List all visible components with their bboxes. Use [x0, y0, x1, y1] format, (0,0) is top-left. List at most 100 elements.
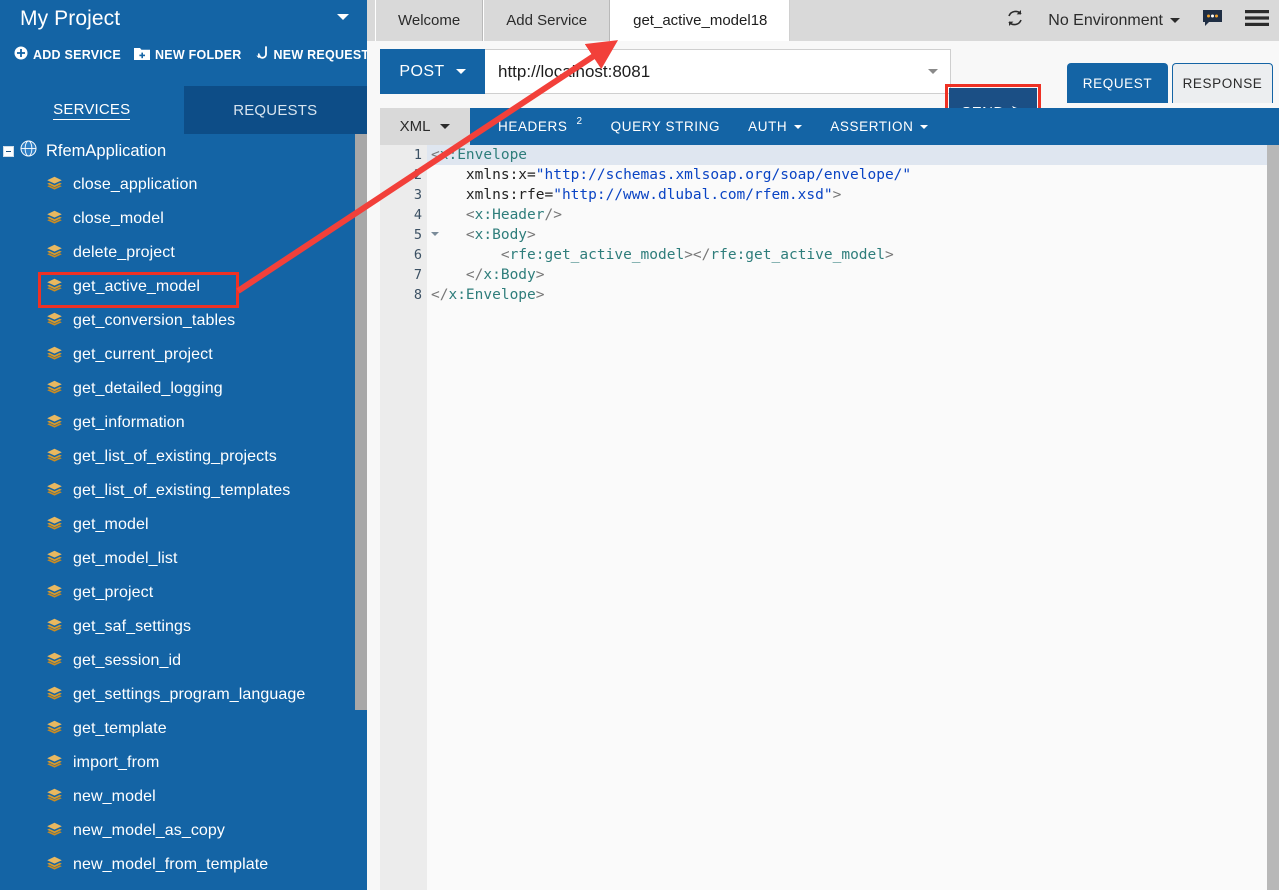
request-response-tabs: REQUEST RESPONSE [1067, 63, 1273, 103]
folder-plus-icon [133, 47, 150, 63]
tree-item[interactable]: get_current_project [0, 338, 367, 372]
code-line: <x:Body> [465, 227, 536, 243]
service-method-icon [46, 821, 63, 842]
code-line: </x:Envelope> [431, 287, 545, 303]
code-line: </x:Body> [465, 267, 545, 283]
chat-bubble-icon[interactable] [1202, 9, 1223, 33]
tab-query-string[interactable]: QUERY STRING [611, 119, 720, 134]
document-tabstrip: Welcome Add Service get_active_model18 [375, 0, 791, 41]
tree-item[interactable]: get_information [0, 406, 367, 440]
collapse-toggle-icon[interactable] [3, 145, 14, 157]
tree-item-label: get_current_project [73, 346, 213, 363]
tree-item[interactable]: get_session_id [0, 644, 367, 678]
line-number: 3 [380, 185, 427, 205]
xml-body-editor[interactable]: 1 2 3 4 5 6 7 8 <x:Envelope xmlns:x="http://sch… [380, 145, 1279, 890]
tree-item[interactable]: get_list_of_existing_projects [0, 440, 367, 474]
tree-root-rfemapplication[interactable]: RfemApplication [0, 134, 367, 168]
tab-response[interactable]: RESPONSE [1172, 63, 1273, 103]
service-method-icon [46, 719, 63, 740]
line-number-value: 2 [413, 167, 422, 183]
hamburger-menu-icon[interactable] [1245, 9, 1269, 32]
tree-item[interactable]: get_template [0, 712, 367, 746]
chevron-down-icon [794, 124, 803, 129]
tree-item[interactable]: get_list_of_existing_templates [0, 474, 367, 508]
tree-item[interactable]: new_model_from_template [0, 848, 367, 882]
code-line: <x:Envelope [427, 145, 1267, 165]
url-input[interactable] [485, 49, 915, 94]
chevron-down-icon [920, 124, 929, 129]
chevron-down-icon [927, 69, 938, 74]
project-dropdown-caret-icon[interactable] [337, 14, 349, 20]
tree-item[interactable]: close_application [0, 168, 367, 202]
document-tab[interactable]: Welcome [375, 0, 484, 41]
http-method-selector[interactable]: POST [380, 49, 485, 94]
add-service-button[interactable]: ADD SERVICE [14, 46, 121, 63]
tab-headers[interactable]: HEADERS 2 [498, 116, 583, 134]
tab-xml[interactable]: XML [380, 108, 470, 145]
tree-item[interactable]: get_saf_settings [0, 610, 367, 644]
tree-item[interactable]: new_model_as_copy [0, 814, 367, 848]
tree-item-label: get_saf_settings [73, 618, 192, 635]
tab-assertion[interactable]: ASSERTION [830, 119, 929, 134]
tree-item[interactable]: delete_project [0, 236, 367, 270]
tree-item-label: get_active_model [73, 278, 201, 295]
tree-item[interactable]: get_detailed_logging [0, 372, 367, 406]
service-method-icon [46, 651, 63, 672]
headers-count-badge: 2 [576, 116, 583, 127]
tree-item[interactable]: get_settings_program_language [0, 678, 367, 712]
line-number: 8 [380, 285, 427, 305]
tree-item[interactable]: new_model [0, 780, 367, 814]
service-method-icon [46, 379, 63, 400]
tree-item[interactable]: get_project [0, 576, 367, 610]
tree-item-label: get_project [73, 584, 154, 601]
tree-item-label: get_list_of_existing_projects [73, 448, 277, 465]
document-tab-label: Add Service [506, 12, 588, 29]
tree-item[interactable]: get_model_list [0, 542, 367, 576]
service-method-icon [46, 243, 63, 264]
tree-item[interactable]: get_active_model [0, 270, 367, 308]
service-method-icon [46, 413, 63, 434]
tab-request-label: REQUEST [1082, 75, 1153, 91]
line-number: 4 [380, 205, 427, 225]
tree-item[interactable]: get_model [0, 508, 367, 542]
tab-auth[interactable]: AUTH [748, 119, 803, 134]
sidebar-tab-requests[interactable]: REQUESTS [183, 86, 367, 134]
new-request-label: NEW REQUEST [273, 47, 368, 62]
tree-item-label: close_application [73, 176, 198, 193]
sidebar: My Project ADD SERVICE NEW FOLDER NEW RE… [0, 0, 367, 890]
sidebar-tab-services[interactable]: SERVICES [0, 86, 184, 134]
top-bar: Welcome Add Service get_active_model18 No … [367, 0, 1279, 41]
plus-circle-icon [14, 46, 28, 63]
refresh-icon[interactable] [1004, 7, 1026, 34]
chevron-down-icon [455, 69, 466, 74]
service-method-icon [46, 447, 63, 468]
service-method-icon [46, 311, 63, 332]
tree-item[interactable]: get_conversion_tables [0, 304, 367, 338]
service-method-icon [46, 583, 63, 604]
tab-response-label: RESPONSE [1182, 76, 1263, 91]
http-method-label: POST [399, 62, 445, 80]
top-bar-controls: No Environment [1004, 0, 1269, 41]
line-number-value: 8 [413, 287, 422, 303]
tab-request[interactable]: REQUEST [1067, 63, 1168, 103]
tree-item-label: get_settings_program_language [73, 686, 306, 703]
tree-item[interactable]: import_from [0, 746, 367, 780]
document-tab[interactable]: get_active_model18 [610, 0, 791, 41]
globe-icon [20, 140, 37, 162]
line-number-value: 7 [413, 267, 422, 283]
tree-item-label: get_conversion_tables [73, 312, 236, 329]
tree-item-label: get_information [73, 414, 185, 431]
service-method-icon [46, 175, 63, 196]
tree-item[interactable]: close_model [0, 202, 367, 236]
new-request-button[interactable]: NEW REQUEST [255, 46, 368, 63]
new-folder-button[interactable]: NEW FOLDER [133, 47, 242, 63]
environment-selector[interactable]: No Environment [1048, 12, 1180, 30]
line-number-value: 5 [413, 227, 422, 243]
document-tab[interactable]: Add Service [483, 0, 611, 41]
document-tab-label: Welcome [398, 12, 461, 29]
tab-xml-label: XML [399, 118, 431, 135]
sidebar-scrollbar-thumb[interactable] [355, 134, 367, 710]
code-content[interactable]: <x:Envelope xmlns:x="http://schemas.xmls… [427, 145, 1267, 890]
line-number-value: 1 [413, 147, 422, 163]
editor-scrollbar-thumb[interactable] [1267, 145, 1279, 890]
